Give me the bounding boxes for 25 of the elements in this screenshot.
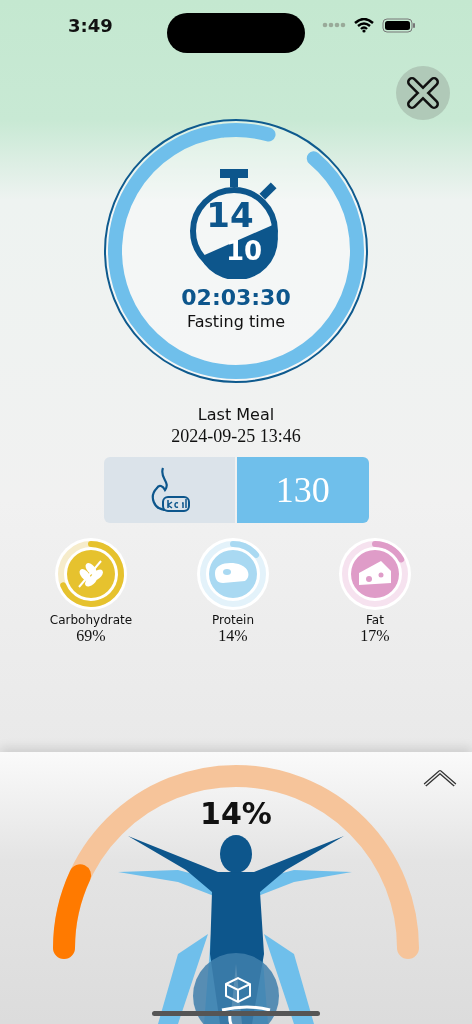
wifi-icon [354, 17, 374, 33]
close-button[interactable] [396, 66, 450, 120]
start-hours: 14 [206, 195, 254, 235]
last-meal-datetime: 2024-09-25 13:46 [171, 426, 301, 447]
stopwatch-icon [190, 169, 278, 279]
last-meal-title: Last Meal [197, 405, 275, 424]
elapsed-time: 02:03:30 [181, 285, 291, 310]
close-icon [404, 74, 442, 112]
kcal-value: 130 [237, 457, 369, 523]
macro-name: Carbohydrate [49, 613, 133, 627]
chevron-icon [423, 768, 457, 789]
macro-name: Fat [366, 613, 384, 627]
battery-icon [382, 17, 416, 33]
macro-percent: 17% [360, 627, 390, 645]
macro-percent: 69% [76, 627, 106, 645]
end-hours: 10 [225, 236, 263, 266]
fasting-label: Fasting time [186, 312, 286, 331]
macro-percent: 14% [218, 627, 248, 645]
steak-icon [215, 563, 249, 583]
cheese-icon [359, 561, 391, 585]
status-time: 3:49 [68, 14, 113, 36]
macro-ring [55, 538, 127, 610]
body-fat-percent: 14% [200, 796, 272, 831]
macro-name: Protein [211, 613, 255, 627]
signal-icon [322, 22, 346, 28]
